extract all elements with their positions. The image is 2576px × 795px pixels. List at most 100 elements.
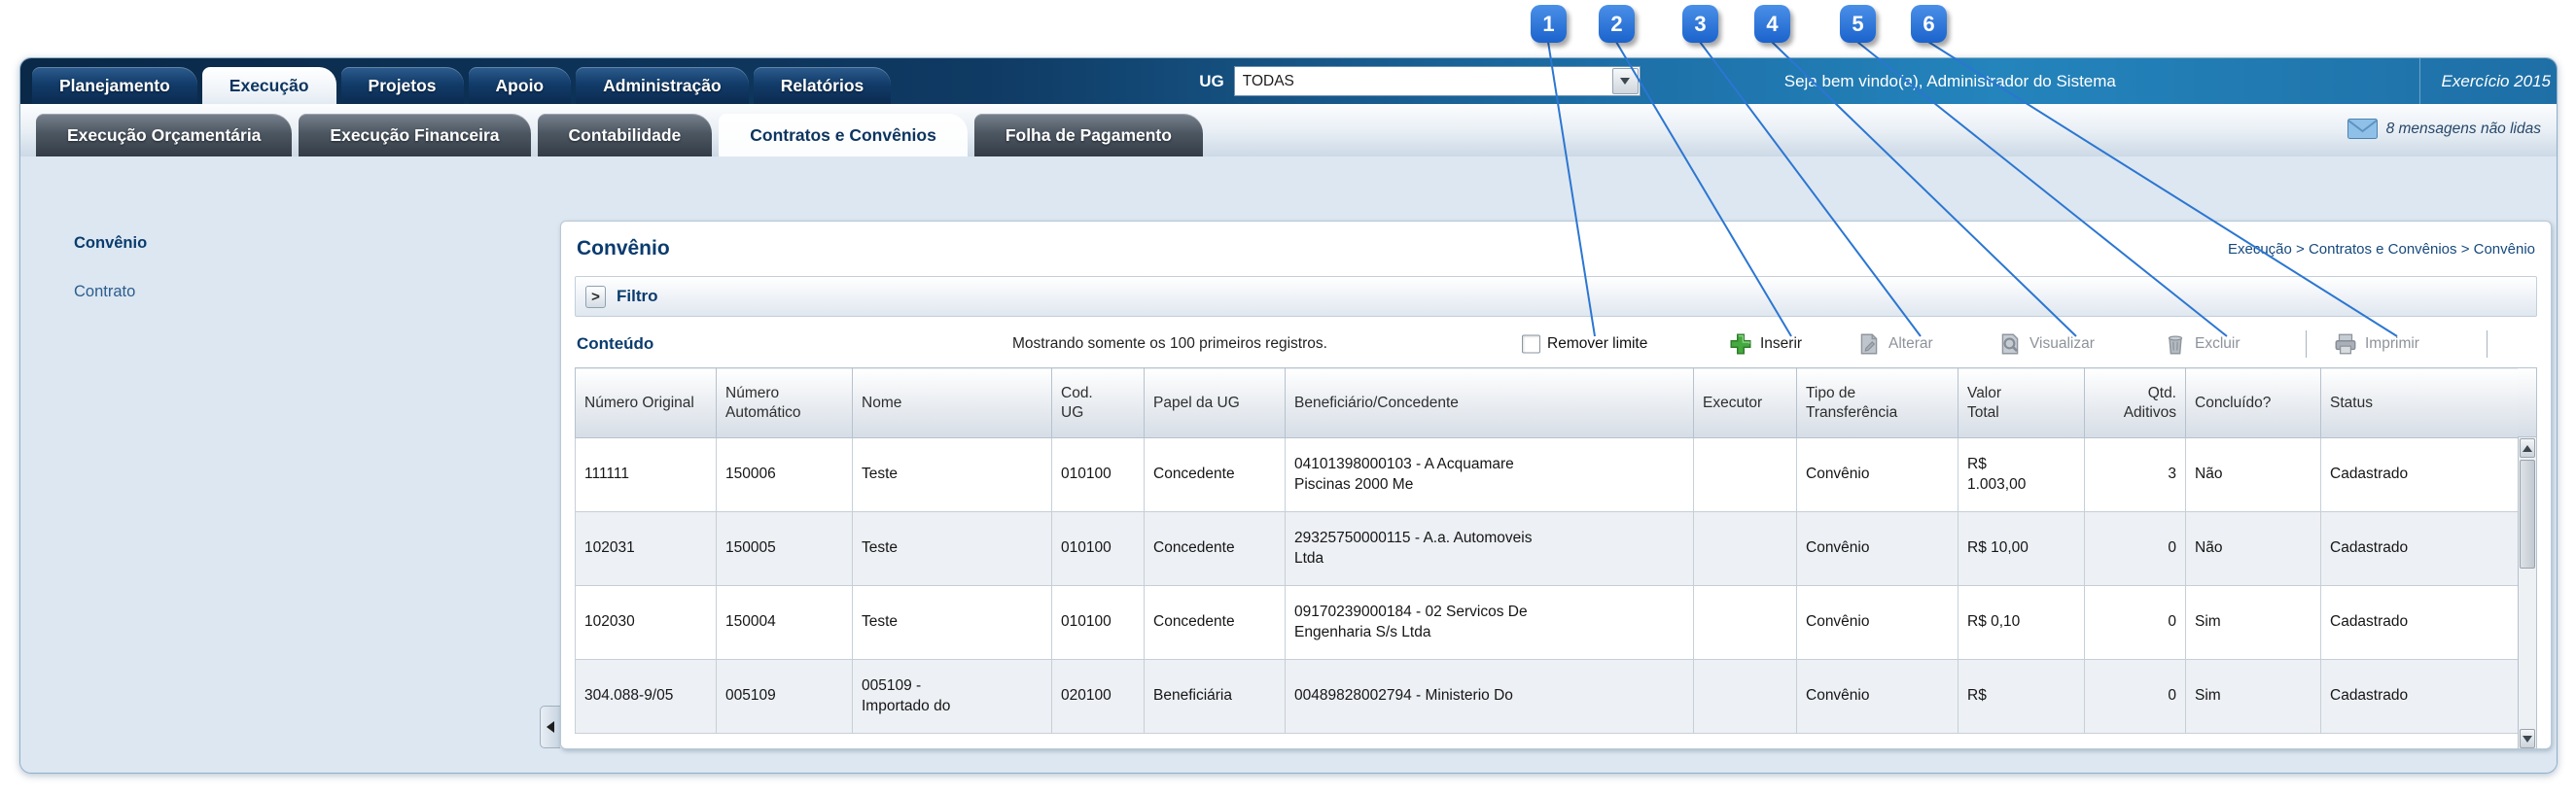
column-header[interactable]: Qtd. Aditivos	[2085, 368, 2186, 438]
ug-select[interactable]: TODAS	[1234, 66, 1641, 96]
view-button-label: Visualizar	[2029, 335, 2095, 353]
table-cell: 005109 - Importado do	[853, 660, 1052, 734]
toolbar-separator	[2487, 330, 2488, 358]
breadcrumb[interactable]: Execução > Contratos e Convênios > Convê…	[2228, 241, 2535, 258]
scroll-up-button[interactable]	[2520, 438, 2535, 458]
column-header[interactable]: Nome	[853, 368, 1052, 438]
column-header[interactable]: Papel da UG	[1145, 368, 1286, 438]
table-cell: Cadastrado	[2321, 660, 2521, 734]
print-button-label: Imprimir	[2365, 335, 2419, 353]
welcome-message: Seja bem vindo(a), Administrador do Sist…	[1784, 72, 2116, 91]
callout-badge-2: 2	[1599, 5, 1635, 43]
arrow-down-icon	[2523, 736, 2532, 743]
tab-administracao[interactable]: Administração	[576, 67, 749, 104]
table-row[interactable]: 111111150006Teste010100Concedente0410139…	[576, 438, 2521, 512]
ug-label: UG	[1199, 72, 1224, 91]
table-cell: R$	[1958, 660, 2085, 734]
table-cell: Cadastrado	[2321, 438, 2521, 512]
collapse-left-icon	[547, 721, 554, 733]
unread-messages-link[interactable]: 8 mensagens não lidas	[2347, 119, 2541, 139]
column-header[interactable]: Executor	[1694, 368, 1797, 438]
insert-button-label: Inserir	[1760, 335, 1802, 353]
column-header[interactable]: Número Automático	[717, 368, 853, 438]
table-header-row: Número OriginalNúmero AutomáticoNomeCod.…	[576, 368, 2521, 438]
tab-execucao[interactable]: Execução	[202, 67, 336, 104]
table-cell: Cadastrado	[2321, 586, 2521, 660]
scrollbar-track[interactable]	[2518, 437, 2537, 749]
table-row[interactable]: 102030150004Teste010100Concedente0917023…	[576, 586, 2521, 660]
table-row[interactable]: 304.088-9/05005109005109 - Importado do0…	[576, 660, 2521, 734]
column-header[interactable]: Beneficiário/Concedente	[1286, 368, 1694, 438]
table-cell: R$ 10,00	[1958, 512, 2085, 586]
table-cell: 29325750000115 - A.a. Automoveis Ltda	[1286, 512, 1694, 586]
magnifier-icon	[1997, 331, 2023, 357]
exercise-year: Exercício 2015	[2419, 58, 2557, 104]
remove-limit-checkbox[interactable]	[1522, 335, 1540, 354]
table-cell: 0	[2085, 512, 2186, 586]
table-cell: Sim	[2186, 660, 2321, 734]
filter-label: Filtro	[617, 287, 658, 306]
table-cell: R$ 1.003,00	[1958, 438, 2085, 512]
table-cell: 0	[2085, 660, 2186, 734]
sidebar-collapse-button[interactable]	[540, 706, 560, 748]
table-cell: Beneficiária	[1145, 660, 1286, 734]
scroll-down-button[interactable]	[2520, 729, 2535, 748]
print-button[interactable]: Imprimir	[2333, 331, 2419, 357]
sidebar-item-convenio[interactable]: Convênio	[74, 234, 147, 253]
column-header[interactable]: Cod. UG	[1052, 368, 1145, 438]
table-cell: Convênio	[1797, 512, 1958, 586]
printer-icon	[2333, 331, 2358, 357]
table-cell: 111111	[576, 438, 717, 512]
tab-planejamento[interactable]: Planejamento	[32, 67, 197, 104]
checkbox-icon[interactable]	[1522, 335, 1540, 354]
table-cell: R$ 0,10	[1958, 586, 2085, 660]
tab-folha-de-pagamento[interactable]: Folha de Pagamento	[974, 114, 1203, 156]
content-section-label: Conteúdo	[577, 334, 653, 354]
callout-badge-6: 6	[1911, 5, 1947, 43]
vertical-scrollbar[interactable]	[2518, 367, 2537, 749]
ug-selector-group: UG TODAS	[1199, 66, 1641, 96]
scrollbar-thumb[interactable]	[2520, 460, 2535, 569]
dropdown-arrow-icon[interactable]	[1612, 68, 1639, 94]
filter-expand-button[interactable]: >	[585, 286, 606, 308]
unread-messages-text: 8 mensagens não lidas	[2386, 121, 2541, 138]
view-button[interactable]: Visualizar	[1997, 331, 2095, 357]
table-cell: 010100	[1052, 586, 1145, 660]
table-cell: Convênio	[1797, 660, 1958, 734]
trash-icon	[2163, 331, 2188, 357]
tab-contratos-e-convenios[interactable]: Contratos e Convênios	[719, 114, 968, 156]
tab-projetos[interactable]: Projetos	[341, 67, 464, 104]
table-cell: Cadastrado	[2321, 512, 2521, 586]
tab-relatorios[interactable]: Relatórios	[754, 67, 892, 104]
filter-section: > Filtro	[575, 276, 2537, 317]
delete-button[interactable]: Excluir	[2163, 331, 2241, 357]
table-cell: 304.088-9/05	[576, 660, 717, 734]
column-header[interactable]: Número Original	[576, 368, 717, 438]
envelope-icon	[2347, 119, 2378, 139]
table-cell: 020100	[1052, 660, 1145, 734]
column-header[interactable]: Status	[2321, 368, 2521, 438]
tab-execucao-orcamentaria[interactable]: Execução Orçamentária	[36, 114, 292, 156]
edit-button[interactable]: Alterar	[1856, 331, 1933, 357]
insert-button[interactable]: Inserir	[1728, 331, 1802, 357]
tab-apoio[interactable]: Apoio	[469, 67, 572, 104]
tab-execucao-financeira[interactable]: Execução Financeira	[299, 114, 530, 156]
column-header[interactable]: Valor Total	[1958, 368, 2085, 438]
sidebar-item-contrato[interactable]: Contrato	[74, 283, 135, 301]
page-title: Convênio	[577, 237, 670, 260]
panel-header: Convênio Execução > Contratos e Convênio…	[561, 222, 2551, 266]
table-cell: Teste	[853, 438, 1052, 512]
callout-badge-4: 4	[1754, 5, 1790, 43]
table-cell: Concedente	[1145, 438, 1286, 512]
main-content: Convênio Contrato Convênio Execução > Co…	[20, 156, 2557, 774]
table-cell: Não	[2186, 438, 2321, 512]
table-row[interactable]: 102031150005Teste010100Concedente2932575…	[576, 512, 2521, 586]
callout-badge-1: 1	[1531, 5, 1567, 43]
plus-icon	[1728, 331, 1753, 357]
table-cell: Convênio	[1797, 586, 1958, 660]
callout-badge-3: 3	[1682, 5, 1718, 43]
column-header[interactable]: Tipo de Transferência	[1797, 368, 1958, 438]
tab-contabilidade[interactable]: Contabilidade	[538, 114, 713, 156]
remove-limit-label[interactable]: Remover limite	[1547, 335, 1647, 353]
column-header[interactable]: Concluído?	[2186, 368, 2321, 438]
